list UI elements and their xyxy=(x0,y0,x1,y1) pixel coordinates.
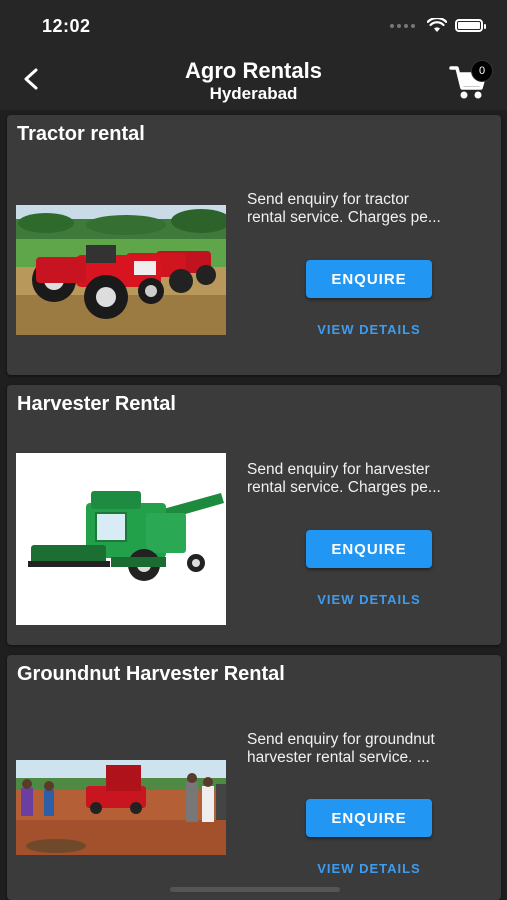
description-line: Send enquiry for groundnut xyxy=(247,731,435,748)
wifi-icon xyxy=(427,18,447,32)
description-line: harvester rental service. ... xyxy=(247,749,430,766)
rental-card-harvester[interactable]: Harvester Rental Send enquiry for harves… xyxy=(7,385,501,645)
card-title: Groundnut Harvester Rental xyxy=(17,663,285,685)
battery-icon xyxy=(455,19,486,32)
card-description: Send enquiry for groundnut harvester ren… xyxy=(247,731,489,767)
status-icons xyxy=(390,18,486,33)
page-subtitle: Hyderabad xyxy=(209,84,298,103)
signal-icon xyxy=(390,23,415,28)
harvester-image xyxy=(16,453,226,625)
description-line: Send enquiry for tractor xyxy=(247,191,409,208)
rental-card-tractor[interactable]: Tractor rental Send enquiry for tractor … xyxy=(7,115,501,375)
page-title: Agro Rentals xyxy=(185,58,322,83)
app-header: Agro Rentals Hyderabad 0 xyxy=(0,52,507,110)
home-indicator xyxy=(170,887,340,892)
description-line: rental service. Charges pe... xyxy=(247,209,441,226)
enquire-button[interactable]: ENQUIRE xyxy=(306,799,432,837)
view-details-link[interactable]: VIEW DETAILS xyxy=(306,861,432,876)
tractor-image xyxy=(16,205,226,335)
view-details-link[interactable]: VIEW DETAILS xyxy=(306,322,432,337)
status-time: 12:02 xyxy=(42,16,91,36)
description-line: rental service. Charges pe... xyxy=(247,479,441,496)
card-title: Tractor rental xyxy=(17,123,145,145)
card-title: Harvester Rental xyxy=(17,393,176,415)
rental-card-groundnut-harvester[interactable]: Groundnut Harvester Rental Send enquiry … xyxy=(7,655,501,900)
card-description: Send enquiry for tractor rental service.… xyxy=(247,191,489,227)
enquire-button[interactable]: ENQUIRE xyxy=(306,260,432,298)
description-line: Send enquiry for harvester xyxy=(247,461,430,478)
card-description: Send enquiry for harvester rental servic… xyxy=(247,461,489,497)
header-titles: Agro Rentals Hyderabad xyxy=(0,58,507,104)
groundnut-harvester-image xyxy=(16,760,226,855)
enquire-button[interactable]: ENQUIRE xyxy=(306,530,432,568)
cart-button[interactable]: 0 xyxy=(449,60,493,100)
view-details-link[interactable]: VIEW DETAILS xyxy=(306,592,432,607)
cart-count-badge: 0 xyxy=(471,60,493,82)
status-bar: 12:02 xyxy=(0,0,507,52)
